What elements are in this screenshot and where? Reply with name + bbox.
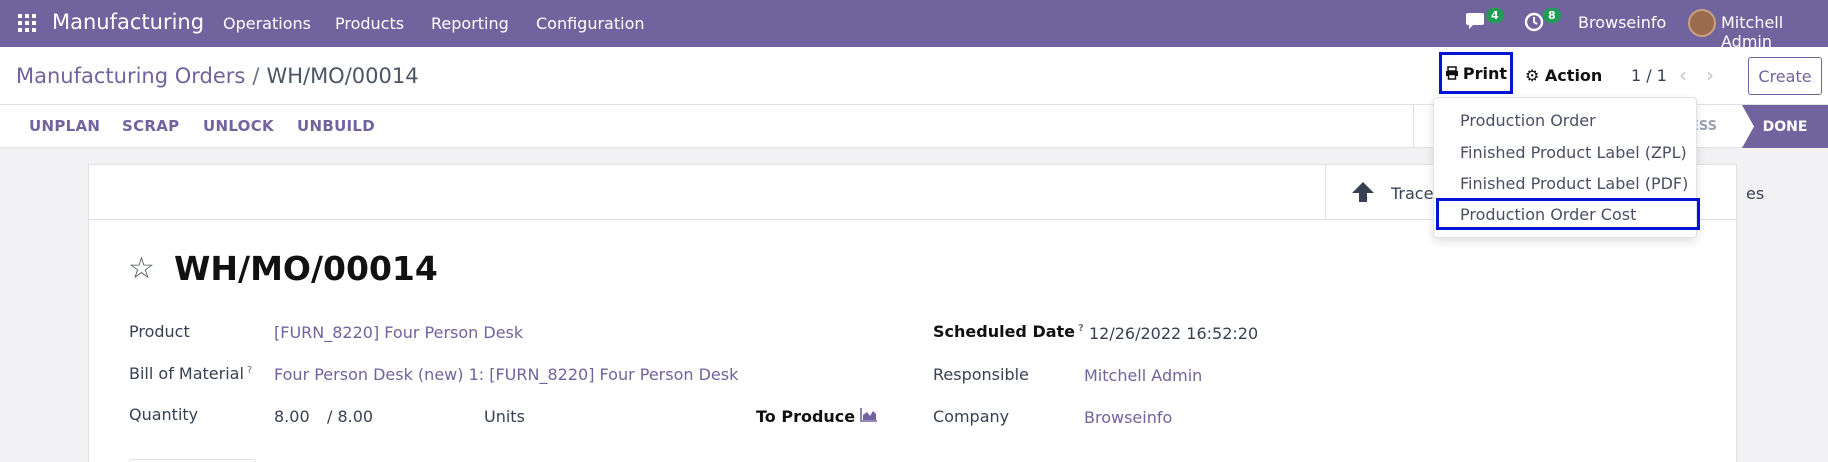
- responsible-field[interactable]: Mitchell Admin: [1084, 366, 1202, 385]
- bom-label-text: Bill of Material: [129, 364, 244, 383]
- activities-badge: 8: [1543, 8, 1561, 23]
- gear-icon: ⚙: [1525, 66, 1540, 85]
- product-label: Product: [129, 322, 190, 341]
- bom-field[interactable]: Four Person Desk (new) 1: [FURN_8220] Fo…: [274, 365, 738, 384]
- breadcrumb-parent[interactable]: Manufacturing Orders: [16, 64, 245, 88]
- star-icon[interactable]: ☆: [128, 251, 155, 286]
- print-button[interactable]: Print: [1439, 52, 1513, 94]
- bom-help-icon[interactable]: ?: [247, 365, 252, 376]
- user-menu[interactable]: Mitchell Admin: [1721, 13, 1828, 51]
- traceability-label: Trace: [1391, 184, 1434, 203]
- avatar[interactable]: [1688, 9, 1716, 37]
- stage-done[interactable]: DONE: [1742, 105, 1828, 148]
- pager-next-icon[interactable]: ›: [1706, 63, 1714, 87]
- create-button[interactable]: Create: [1748, 57, 1822, 95]
- print-dropdown-menu: Production Order Finished Product Label …: [1433, 97, 1700, 238]
- menu-operations[interactable]: Operations: [223, 14, 311, 33]
- scheduled-date-field[interactable]: 12/26/2022 16:52:20: [1089, 324, 1258, 343]
- quantity-label: Quantity: [129, 405, 199, 424]
- menu-products[interactable]: Products: [335, 14, 404, 33]
- stage-divider: [1413, 105, 1414, 148]
- app-name[interactable]: Manufacturing: [52, 10, 204, 34]
- breadcrumb-current: WH/MO/00014: [266, 64, 419, 88]
- print-menu-item-label-zpl[interactable]: Finished Product Label (ZPL): [1460, 143, 1687, 162]
- scheduled-help-icon[interactable]: ?: [1078, 323, 1084, 334]
- unplan-button[interactable]: UNPLAN: [29, 117, 100, 135]
- apps-grid-icon[interactable]: [18, 14, 36, 32]
- unbuild-button[interactable]: UNBUILD: [297, 117, 375, 135]
- print-label: Print: [1462, 63, 1508, 83]
- area-chart-icon[interactable]: [860, 407, 878, 422]
- scheduled-date-label-text: Scheduled Date: [933, 322, 1076, 341]
- arrow-up-icon: [1351, 181, 1375, 209]
- responsible-label: Responsible: [933, 365, 1029, 384]
- company-switcher[interactable]: Browseinfo: [1578, 13, 1666, 32]
- print-menu-item-production-order-cost[interactable]: Production Order Cost: [1436, 198, 1700, 230]
- product-field[interactable]: [FURN_8220] Four Person Desk: [274, 323, 523, 342]
- quantity-total: / 8.00: [327, 407, 374, 426]
- pager-value[interactable]: 1 / 1: [1631, 66, 1667, 85]
- printer-icon: [1445, 66, 1458, 80]
- breadcrumb-separator: /: [252, 64, 260, 88]
- menu-configuration[interactable]: Configuration: [536, 14, 645, 33]
- menu-reporting[interactable]: Reporting: [431, 14, 509, 33]
- chat-icon[interactable]: [1465, 11, 1487, 35]
- messages-badge: 4: [1486, 8, 1504, 23]
- bom-label: Bill of Material?: [129, 364, 252, 383]
- scrap-button[interactable]: SCRAP: [122, 117, 179, 135]
- company-field[interactable]: Browseinfo: [1084, 408, 1172, 427]
- clock-icon[interactable]: [1524, 12, 1544, 36]
- top-navbar: Manufacturing Operations Products Report…: [0, 0, 1828, 51]
- scheduled-date-label: Scheduled Date?: [933, 322, 1084, 341]
- action-label: Action: [1544, 66, 1603, 85]
- smart-button-label-partial: es: [1746, 184, 1765, 203]
- page-title: WH/MO/00014: [174, 249, 438, 288]
- to-produce-label: To Produce: [756, 407, 856, 426]
- uom-field[interactable]: Units: [484, 407, 525, 426]
- action-button[interactable]: ⚙ Action: [1525, 66, 1602, 85]
- print-menu-item-production-order[interactable]: Production Order: [1460, 111, 1596, 130]
- pager-previous-icon[interactable]: ‹: [1679, 63, 1687, 87]
- unlock-button[interactable]: UNLOCK: [203, 117, 274, 135]
- print-menu-item-label-pdf[interactable]: Finished Product Label (PDF): [1460, 174, 1688, 193]
- company-label: Company: [933, 407, 1010, 426]
- quantity-input[interactable]: 8.00: [274, 407, 310, 426]
- breadcrumb: Manufacturing Orders / WH/MO/00014: [16, 64, 419, 88]
